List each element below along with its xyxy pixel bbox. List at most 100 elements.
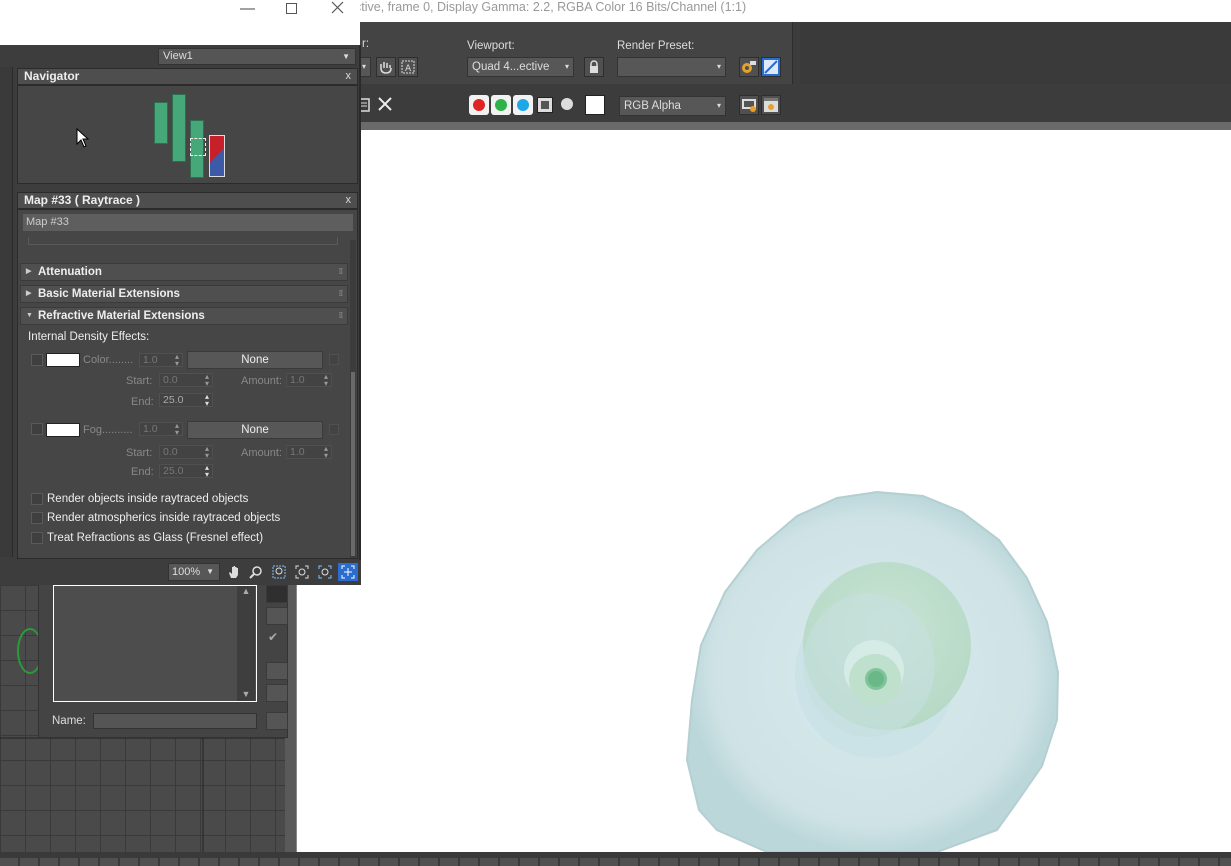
color-end-spinner[interactable]: 25.0 ▴ ▾: [159, 393, 213, 408]
pan-to-selected-icon[interactable]: [338, 563, 358, 581]
navigator-close-icon[interactable]: x: [346, 69, 352, 84]
color-multiplier-spinner[interactable]: 1.0 ▴ ▾: [139, 353, 183, 368]
fog-map-toggle[interactable]: [329, 424, 339, 435]
chevron-down-icon: ▼: [342, 52, 350, 61]
viewport-value: Quad 4...ective: [472, 61, 550, 73]
fog-start-value: 0.0: [163, 446, 178, 458]
render-setup-icon[interactable]: [739, 57, 759, 77]
channel-dropdown[interactable]: RGB Alpha ▾: [619, 96, 726, 116]
name-field[interactable]: [93, 713, 257, 729]
zoom-magnifier-icon[interactable]: [246, 563, 266, 581]
render-canvas: [296, 130, 1231, 853]
display-toggle-icon[interactable]: [739, 95, 759, 115]
material-list[interactable]: [53, 585, 257, 702]
fog-enable-checkbox[interactable]: [31, 423, 43, 435]
color-map-toggle[interactable]: [329, 354, 339, 365]
parameter-editor-close-icon[interactable]: x: [346, 193, 352, 208]
scroll-down-icon[interactable]: ▼: [237, 689, 255, 699]
navigator-header[interactable]: Navigator x: [17, 68, 358, 85]
parameter-editor-header[interactable]: Map #33 ( Raytrace ) x: [17, 192, 358, 209]
chevron-down-icon: ▼: [206, 567, 214, 576]
fog-start-label: Start:: [126, 447, 153, 459]
rollout-refractive-material-extensions[interactable]: ▼ Refractive Material Extensions ⁞⁞: [20, 307, 348, 325]
navigator-viewport-frame[interactable]: [190, 138, 206, 156]
rollout-basic-material-extensions[interactable]: ▶ Basic Material Extensions ⁞⁞: [20, 285, 348, 303]
region-icon[interactable]: [376, 57, 396, 77]
close-icon[interactable]: [331, 1, 344, 17]
pan-hand-icon[interactable]: [224, 563, 244, 581]
print-icon[interactable]: [761, 95, 781, 115]
rendered-object: [685, 490, 1060, 853]
collapse-arrow-icon: ▼: [26, 312, 33, 319]
fog-amount-value: 1.0: [290, 446, 305, 458]
fog-swatch[interactable]: [46, 423, 80, 437]
fog-amount-spinner[interactable]: 1.0 ▴ ▾: [286, 444, 332, 460]
auto-region-icon[interactable]: A: [398, 57, 418, 77]
spinner-arrows-icon: ▴ ▾: [174, 421, 179, 437]
check-icon[interactable]: ✔: [268, 630, 278, 644]
view-tab-dropdown[interactable]: View1 ▼: [158, 48, 356, 65]
viewport-dropdown[interactable]: Quad 4...ective ▾: [467, 57, 574, 77]
render-preset-dropdown[interactable]: ▾: [617, 57, 726, 77]
fog-end-spinner[interactable]: 25.0 ▴ ▾: [159, 463, 213, 479]
expand-arrow-icon: ▶: [26, 268, 32, 275]
zoom-value: 100%: [172, 566, 201, 578]
environment-icon[interactable]: [761, 57, 781, 77]
render-atmospherics-checkbox[interactable]: [31, 512, 43, 524]
spinner-arrows-icon: ▴ ▾: [323, 444, 328, 460]
render-objects-label: Render objects inside raytraced objects: [47, 493, 249, 505]
render-atmospherics-label: Render atmospherics inside raytraced obj…: [47, 512, 281, 524]
side-button-3[interactable]: [266, 662, 288, 680]
red-channel-button[interactable]: [469, 95, 489, 115]
render-objects-checkbox[interactable]: [31, 493, 43, 505]
map-name-field[interactable]: Map #33: [23, 214, 353, 231]
color-amount-spinner[interactable]: 1.0 ▴ ▾: [286, 373, 332, 388]
fog-map-button[interactable]: None: [187, 421, 323, 439]
material-list-scrollbar[interactable]: ▲ ▼: [237, 586, 255, 701]
scroll-up-icon[interactable]: ▲: [237, 586, 255, 596]
viewport-label: Viewport:: [467, 40, 515, 52]
lock-icon[interactable]: [584, 57, 604, 77]
rollout-attenuation-label: Attenuation: [38, 266, 102, 278]
side-button-1[interactable]: [266, 585, 288, 603]
zoom-dropdown[interactable]: 100% ▼: [168, 563, 220, 581]
rollout-refractive-label: Refractive Material Extensions: [38, 310, 205, 322]
side-button-2[interactable]: [266, 607, 288, 625]
left-edge-strip: [0, 67, 13, 557]
clear-icon[interactable]: [377, 96, 393, 115]
fog-start-spinner[interactable]: 0.0 ▴ ▾: [159, 445, 213, 460]
zoom-extents-icon[interactable]: [292, 563, 312, 581]
color-amount-label: Amount:: [241, 375, 282, 387]
navigator-view[interactable]: [17, 85, 358, 184]
internal-density-label: Internal Density Effects:: [28, 331, 150, 343]
minimize-icon[interactable]: —: [240, 0, 255, 17]
color-start-value: 0.0: [163, 374, 178, 386]
render-setup-panel: [355, 22, 793, 84]
spinner-arrows-icon: ▴ ▾: [204, 463, 209, 479]
monochrome-button[interactable]: [561, 98, 573, 110]
color-map-button[interactable]: None: [187, 351, 323, 369]
collapsed-rollout-edge: [28, 237, 338, 245]
spinner-arrows-icon: ▴ ▾: [204, 372, 209, 388]
blue-channel-button[interactable]: [513, 95, 533, 115]
node-thumb: [154, 102, 168, 144]
color-enable-checkbox[interactable]: [31, 354, 43, 366]
alpha-channel-button[interactable]: [537, 97, 553, 113]
side-button-4[interactable]: [266, 684, 288, 702]
green-channel-button[interactable]: [491, 95, 511, 115]
fog-multiplier-spinner[interactable]: 1.0 ▴ ▾: [139, 421, 183, 437]
zoom-extents-selected-icon[interactable]: [315, 563, 335, 581]
color-swatch[interactable]: [46, 353, 80, 367]
status-strip: [0, 858, 1231, 866]
parameter-scrollbar-thumb[interactable]: [351, 372, 355, 556]
maximize-icon[interactable]: [286, 3, 297, 14]
node-thumb: [172, 94, 186, 162]
side-button-5[interactable]: [266, 712, 288, 730]
swatch-button[interactable]: [585, 95, 605, 115]
treat-refractions-checkbox[interactable]: [31, 532, 43, 544]
zoom-region-icon[interactable]: [269, 563, 289, 581]
render-toolbar-right: [800, 22, 1231, 84]
svg-text:A: A: [405, 64, 412, 74]
color-start-spinner[interactable]: 0.0 ▴ ▾: [159, 372, 213, 388]
rollout-attenuation[interactable]: ▶ Attenuation ⁞⁞: [20, 263, 348, 281]
